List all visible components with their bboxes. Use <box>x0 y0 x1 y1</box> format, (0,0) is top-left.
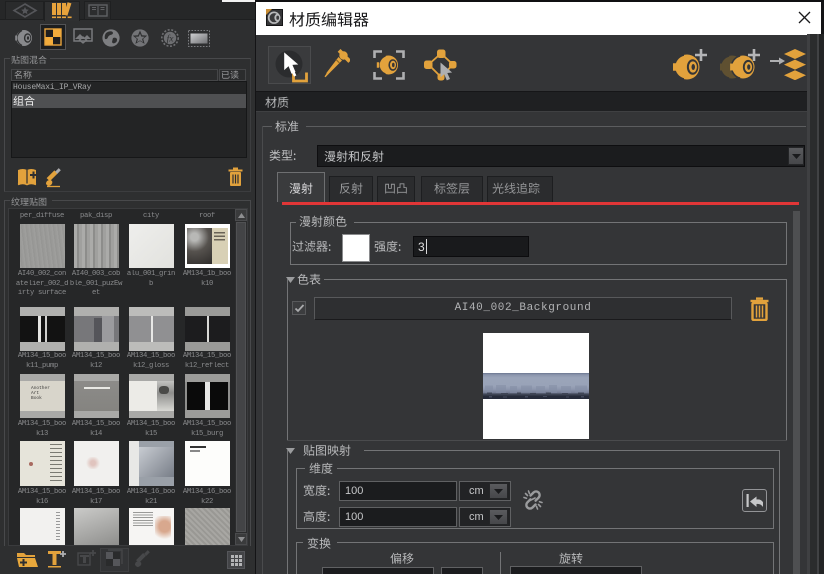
svg-text:fx: fx <box>167 33 175 44</box>
